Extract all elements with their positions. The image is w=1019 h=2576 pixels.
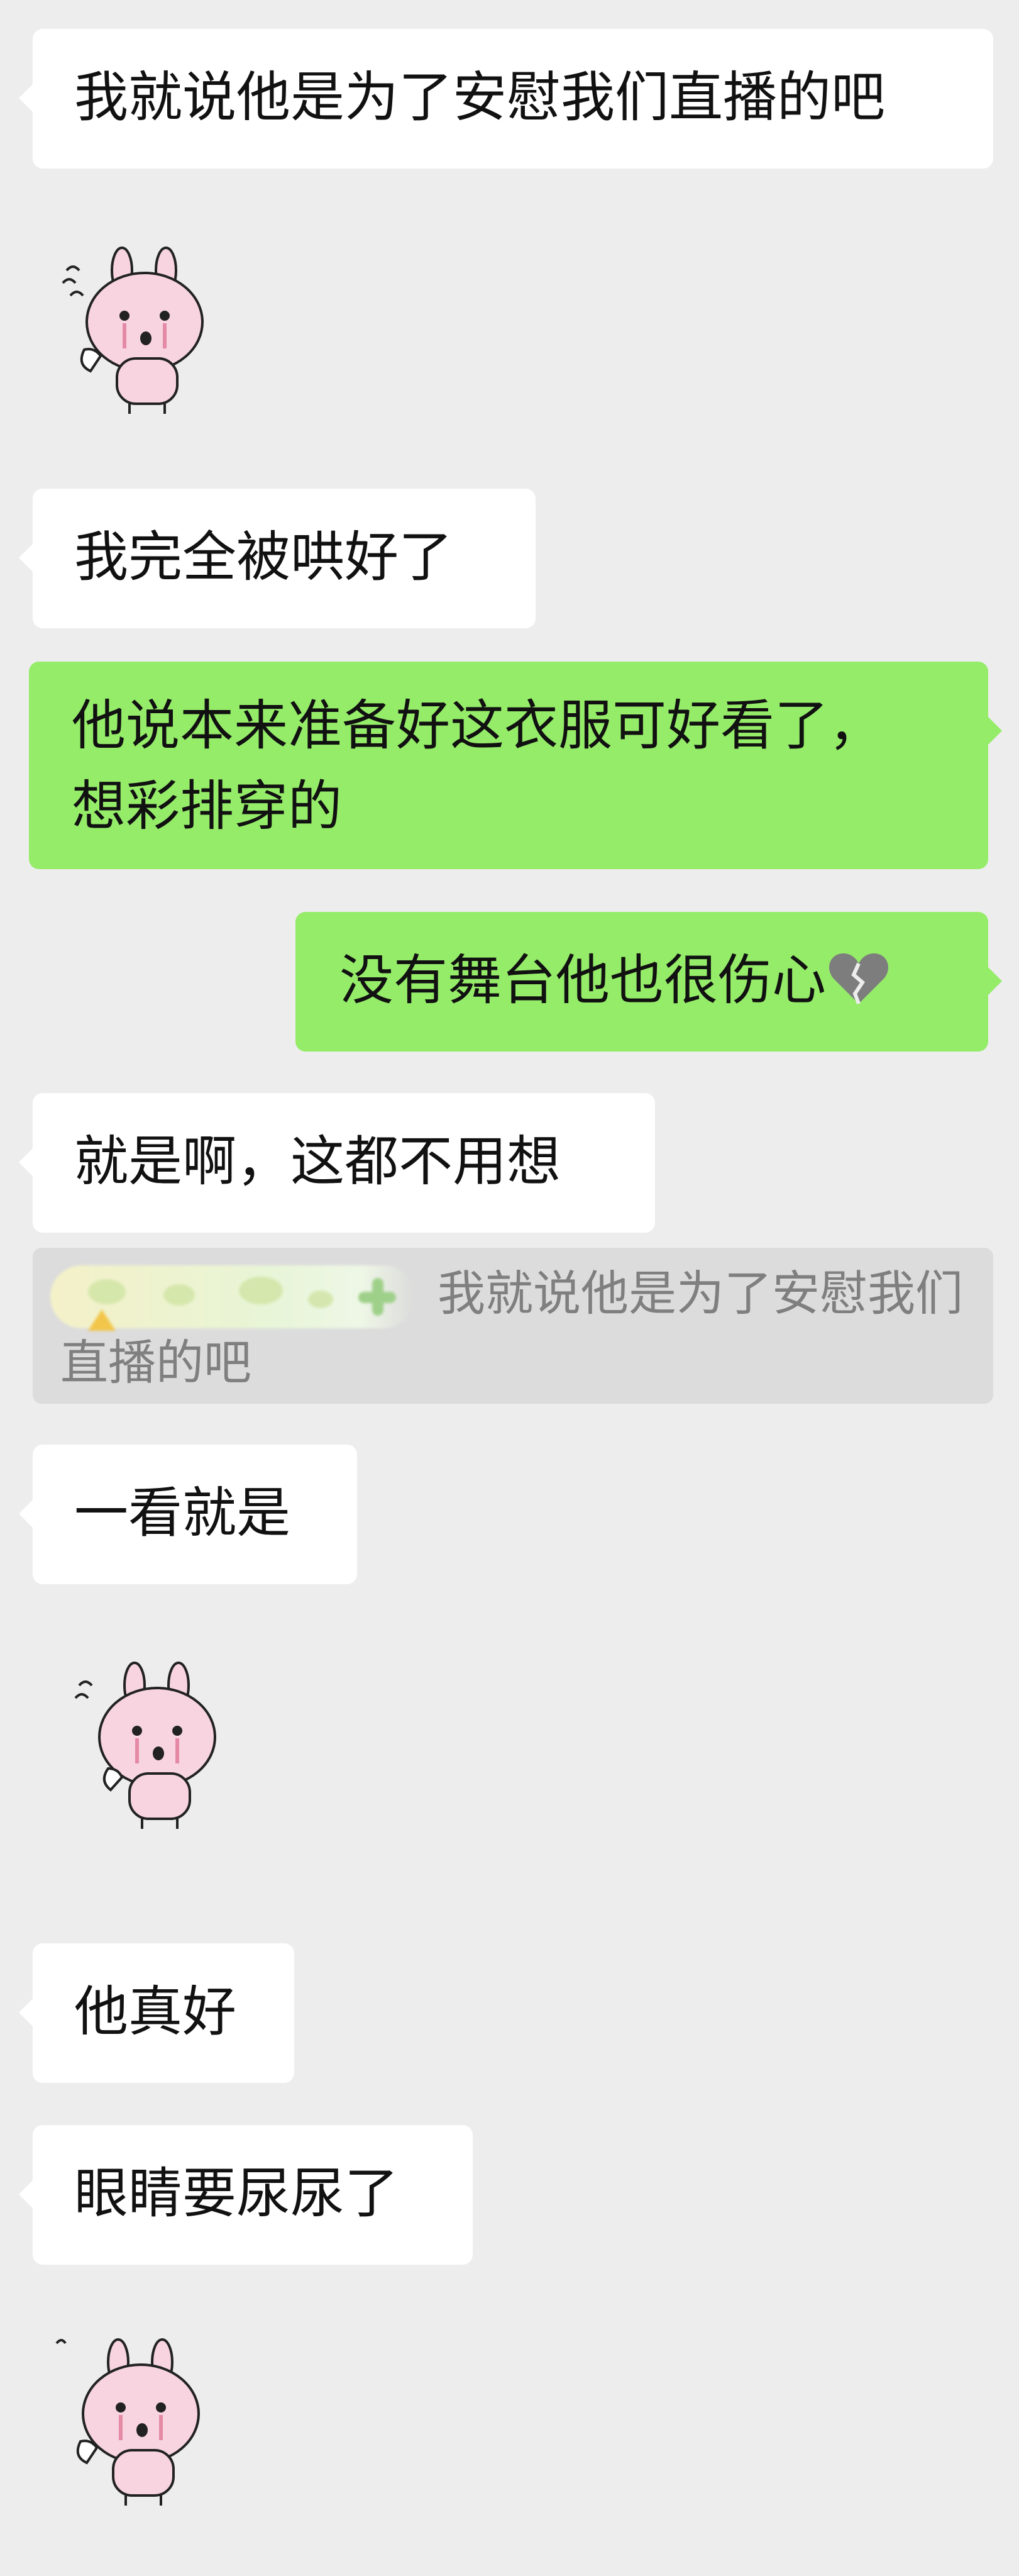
crying-bunny-sticker[interactable]	[54, 245, 230, 421]
message-bubble-outgoing[interactable]: 没有舞台他也很伤心	[295, 912, 1002, 1052]
message-text: 一看就是	[74, 1482, 290, 1545]
message-bubble-incoming[interactable]: 一看就是	[19, 1445, 357, 1584]
broken-heart-icon	[829, 948, 889, 1028]
blurred-sender-name	[50, 1265, 415, 1331]
crying-bunny-sticker[interactable]	[67, 1660, 243, 1836]
message-text-line-2: 想彩排穿的	[72, 775, 342, 838]
message-text: 他真好	[74, 1980, 236, 2043]
crying-bunny-sticker[interactable]	[50, 2337, 226, 2513]
message-bubble-incoming[interactable]: 就是啊，这都不用想	[19, 1093, 655, 1233]
message-bubble-incoming[interactable]: 我完全被哄好了	[19, 489, 536, 628]
message-bubble-incoming[interactable]: 他真好	[19, 1943, 294, 2083]
message-bubble-outgoing[interactable]: 他说本来准备好这衣服可好看了， 想彩排穿的	[29, 662, 1002, 869]
message-text: 我就说他是为了安慰我们直播的吧	[74, 66, 885, 129]
message-text: 我完全被哄好了	[74, 526, 453, 589]
message-bubble-incoming[interactable]: 我就说他是为了安慰我们直播的吧	[19, 29, 993, 169]
message-bubble-incoming[interactable]: 眼睛要尿尿了	[19, 2125, 473, 2265]
message-text: 就是啊，这都不用想	[74, 1130, 561, 1193]
message-text: 没有舞台他也很伤心	[339, 949, 826, 1012]
chat-conversation: 我就说他是为了安慰我们直播的吧 我完全被哄好了 他说本来准备好这衣服可好看了， …	[0, 0, 1019, 2576]
message-text-line-1: 他说本来准备好这衣服可好看了，	[72, 694, 883, 757]
message-text: 眼睛要尿尿了	[74, 2162, 399, 2225]
